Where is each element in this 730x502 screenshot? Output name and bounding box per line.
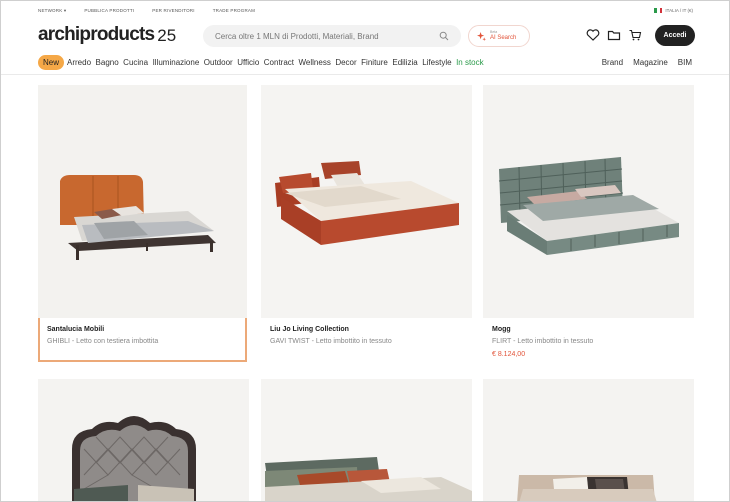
heart-icon[interactable] — [586, 28, 600, 42]
product-card[interactable] — [261, 379, 472, 501]
resellers-link[interactable]: PER RIVENDITORI — [152, 8, 194, 14]
utility-links: NETWORK PUBBLICA PRODOTTI PER RIVENDITOR… — [38, 8, 255, 14]
product-price: € 8.124,00 — [492, 351, 526, 358]
ai-search-button[interactable]: Beta AI Search — [468, 25, 530, 47]
search-bar[interactable] — [203, 25, 461, 47]
ai-search-label: AI Search — [490, 34, 517, 41]
trade-program-link[interactable]: TRADE PROGRAM — [213, 8, 255, 14]
cart-icon[interactable] — [628, 28, 642, 42]
product-card[interactable] — [483, 379, 694, 501]
nav-item-illuminazione[interactable]: Illuminazione — [153, 58, 200, 67]
header-divider — [1, 74, 729, 75]
product-brand[interactable]: Mogg — [492, 326, 511, 333]
search-input[interactable] — [215, 31, 439, 41]
site-logo[interactable]: archiproducts 25 — [38, 24, 176, 46]
secondary-nav: Brand Magazine BIM — [602, 58, 692, 67]
page: NETWORK PUBBLICA PRODOTTI PER RIVENDITOR… — [0, 0, 730, 502]
bed-image — [38, 85, 247, 318]
italy-flag-icon — [654, 8, 663, 13]
search-icon[interactable] — [439, 31, 449, 41]
nav-brand[interactable]: Brand — [602, 58, 623, 67]
login-button[interactable]: Accedi — [655, 25, 695, 46]
product-image[interactable] — [38, 379, 249, 501]
nav-item-arredo[interactable]: Arredo — [67, 58, 91, 67]
folder-icon[interactable] — [607, 28, 621, 42]
nav-item-finiture[interactable]: Finiture — [361, 58, 388, 67]
sparkle-icon — [477, 31, 486, 41]
product-description[interactable]: GAVI TWIST - Letto imbottito in tessuto — [270, 338, 392, 345]
product-image[interactable] — [261, 379, 472, 501]
nav-magazine[interactable]: Magazine — [633, 58, 668, 67]
nav-item-decor[interactable]: Decor — [335, 58, 356, 67]
product-card[interactable] — [38, 379, 249, 501]
product-description[interactable]: GHIBLI - Letto con testiera imbottita — [47, 338, 158, 345]
logo-anniversary-badge: 25 — [157, 26, 177, 45]
bed-image — [38, 379, 249, 501]
category-nav: New Arredo Bagno Cucina Illuminazione Ou… — [38, 55, 488, 70]
logo-text: archiproducts — [38, 24, 155, 45]
nav-bim[interactable]: BIM — [678, 58, 692, 67]
product-image[interactable] — [483, 85, 694, 318]
locale-label: ITALIA / IT (€) — [665, 8, 693, 13]
product-brand[interactable]: Santalucia Mobili — [47, 326, 104, 333]
nav-item-wellness[interactable]: Wellness — [299, 58, 331, 67]
nav-item-ufficio[interactable]: Ufficio — [237, 58, 259, 67]
nav-item-bagno[interactable]: Bagno — [96, 58, 119, 67]
bed-image — [483, 379, 694, 501]
network-menu[interactable]: NETWORK — [38, 8, 66, 14]
product-image[interactable] — [38, 85, 247, 318]
nav-item-lifestyle[interactable]: Lifestyle — [422, 58, 451, 67]
product-card[interactable]: Liu Jo Living Collection GAVI TWIST - Le… — [261, 85, 472, 362]
nav-item-outdoor[interactable]: Outdoor — [204, 58, 233, 67]
product-card[interactable]: Santalucia Mobili GHIBLI - Letto con tes… — [38, 85, 247, 362]
publish-products-link[interactable]: PUBBLICA PRODOTTI — [84, 8, 134, 14]
nav-item-cucina[interactable]: Cucina — [123, 58, 148, 67]
product-description[interactable]: FLIRT - Letto imbottito in tessuto — [492, 338, 593, 345]
nav-new[interactable]: New — [38, 55, 65, 70]
bed-image — [261, 379, 472, 501]
bed-image — [261, 85, 472, 318]
product-brand[interactable]: Liu Jo Living Collection — [270, 326, 349, 333]
nav-item-edilizia[interactable]: Edilizia — [392, 58, 417, 67]
nav-item-contract[interactable]: Contract — [264, 58, 294, 67]
product-card[interactable]: Mogg FLIRT - Letto imbottito in tessuto … — [483, 85, 694, 362]
product-image[interactable] — [483, 379, 694, 501]
nav-item-in-stock[interactable]: In stock — [456, 58, 484, 67]
product-image[interactable] — [261, 85, 472, 318]
bed-image — [483, 85, 694, 318]
locale-selector[interactable]: ITALIA / IT (€) — [654, 8, 693, 13]
